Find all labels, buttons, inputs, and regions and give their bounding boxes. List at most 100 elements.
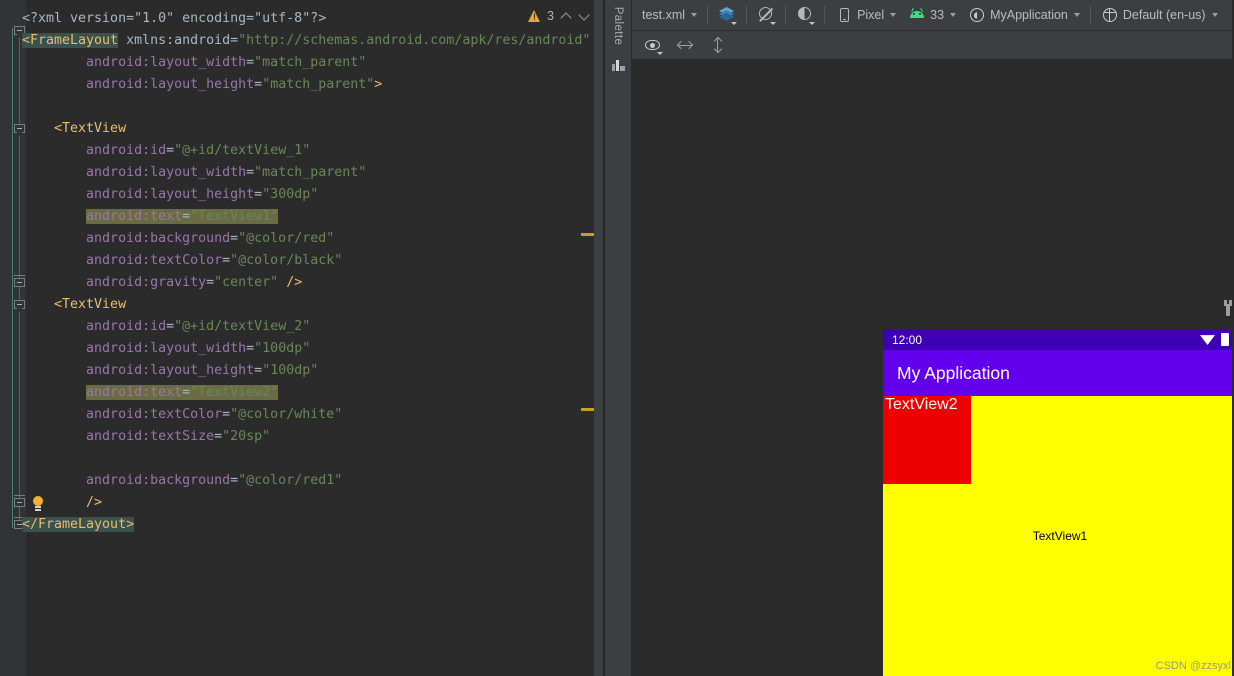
ui-mode-button[interactable]: [790, 3, 820, 27]
code-token: =: [182, 385, 191, 400]
inspection-marker[interactable]: [581, 408, 594, 411]
code-token: "TextView2": [190, 385, 279, 400]
globe-icon: [1101, 6, 1119, 24]
code-token: =: [222, 407, 231, 422]
code-token: "@color/white": [230, 407, 343, 422]
api-level-selector[interactable]: 33: [902, 3, 962, 27]
warning-triangle-icon: [528, 10, 541, 23]
wifi-icon: [1200, 335, 1215, 345]
theme-circle-icon: [968, 6, 986, 24]
xml-code-editor[interactable]: <?xml version="1.0" encoding="utf-8"?> <F…: [0, 0, 604, 676]
code-token: android:layout_height: [22, 187, 255, 202]
code-token: android:id: [22, 319, 167, 334]
palette-bars-icon: [612, 58, 625, 71]
wrench-icon[interactable]: [1221, 300, 1232, 316]
palette-tool-window-button[interactable]: Palette: [604, 0, 632, 676]
text-view-2-label: TextView2: [885, 396, 958, 413]
chevron-down-icon: [1211, 13, 1218, 17]
code-line: android:id="@+id/textView_1": [22, 140, 602, 162]
preview-canvas[interactable]: 12:00 My Application TextView1 TextView2…: [632, 59, 1232, 676]
code-token: =: [246, 341, 255, 356]
inspection-marker-track[interactable]: [581, 28, 594, 676]
code-token: =: [230, 231, 239, 246]
orientation-button[interactable]: [751, 3, 781, 27]
code-token: android:text: [86, 209, 183, 224]
code-line: android:layout_height="match_parent">: [22, 74, 602, 96]
code-token: <?xml version="1.0" encoding="utf-8"?>: [22, 11, 327, 26]
watermark: CSDN @zzsyxl: [1155, 660, 1231, 672]
inspection-marker[interactable]: [581, 233, 594, 236]
file-name-label: test.xml: [642, 8, 686, 22]
code-token: =: [182, 209, 191, 224]
locale-label: Default (en-us): [1122, 8, 1206, 22]
code-line: android:layout_height="300dp": [22, 184, 602, 206]
code-line: android:background="@color/red": [22, 228, 602, 250]
code-token: android:id: [22, 143, 167, 158]
code-token: android:layout_width: [22, 165, 247, 180]
code-token: android:text: [86, 385, 183, 400]
vertical-resize-icon[interactable]: [708, 36, 726, 54]
code-token: xmlns:android: [118, 33, 231, 48]
code-token: "300dp": [262, 187, 319, 202]
locale-selector[interactable]: Default (en-us): [1095, 3, 1224, 27]
code-token: android:layout_height: [22, 363, 255, 378]
horizontal-resize-icon[interactable]: [676, 36, 694, 54]
code-line: android:layout_width="match_parent": [22, 162, 602, 184]
code-line: <FrameLayout xmlns:android="http://schem…: [22, 30, 602, 52]
android-icon: [908, 6, 926, 24]
toolbar-separator: [824, 6, 826, 24]
inspection-widget[interactable]: 3: [528, 9, 590, 23]
code-token: =: [230, 33, 239, 48]
gutter-indent-guide: [12, 28, 13, 528]
code-token: android:layout_width: [22, 55, 247, 70]
toolbar-separator: [785, 6, 787, 24]
code-token: "@color/red": [238, 231, 335, 246]
app-bar-title: My Application: [897, 362, 1010, 383]
code-text[interactable]: <?xml version="1.0" encoding="utf-8"?> <F…: [22, 8, 602, 536]
device-preview[interactable]: 12:00 My Application TextView1 TextView2…: [883, 329, 1232, 676]
code-line: <TextView: [22, 294, 602, 316]
chevron-up-icon[interactable]: [560, 10, 572, 22]
device-selector[interactable]: Pixel: [829, 3, 902, 27]
code-token: "100dp": [262, 363, 319, 378]
chevron-down-icon[interactable]: [578, 10, 590, 22]
code-token: <FrameLayout: [22, 33, 119, 48]
chevron-down-icon: [691, 13, 698, 17]
code-token: android:gravity: [22, 275, 207, 290]
view-mode-button[interactable]: [712, 3, 742, 27]
status-bar-clock: 12:00: [892, 332, 923, 347]
code-line: android:textColor="@color/black": [22, 250, 602, 272]
file-selector[interactable]: test.xml: [636, 5, 703, 25]
code-line: android:layout_height="100dp": [22, 360, 602, 382]
code-token: "@+id/textView_1": [174, 143, 311, 158]
battery-icon: [1221, 333, 1229, 346]
code-token: "http://schemas.android.com/apk/res/andr…: [238, 33, 591, 48]
code-line: <TextView: [22, 118, 602, 140]
code-line: android:text="TextView1": [22, 206, 602, 228]
code-token: =: [166, 319, 175, 334]
code-token: <TextView: [22, 297, 127, 312]
code-token: android:layout_height: [22, 77, 255, 92]
code-token: =: [254, 363, 263, 378]
theme-selector[interactable]: MyApplication: [962, 3, 1086, 27]
chevron-down-icon: [950, 13, 957, 17]
code-token: android:background: [22, 231, 231, 246]
code-line: />: [22, 492, 602, 514]
night-mode-icon: [796, 6, 816, 25]
code-token: "20sp": [222, 429, 271, 444]
design-preview-pane: test.xml Pixel 33 MyApplication Default …: [632, 0, 1232, 676]
code-token: "@color/black": [230, 253, 343, 268]
frame-layout-preview: TextView1 TextView2 CSDN @zzsyxl: [883, 396, 1232, 676]
code-token: =: [246, 165, 255, 180]
phone-icon: [835, 6, 853, 24]
code-token: android:textColor: [22, 253, 223, 268]
warning-count: 3: [547, 9, 554, 23]
code-line: <?xml version="1.0" encoding="utf-8"?>: [22, 8, 602, 30]
text-view-2[interactable]: TextView2: [883, 396, 971, 484]
chevron-down-icon: [890, 13, 897, 17]
eye-icon[interactable]: [644, 36, 663, 55]
